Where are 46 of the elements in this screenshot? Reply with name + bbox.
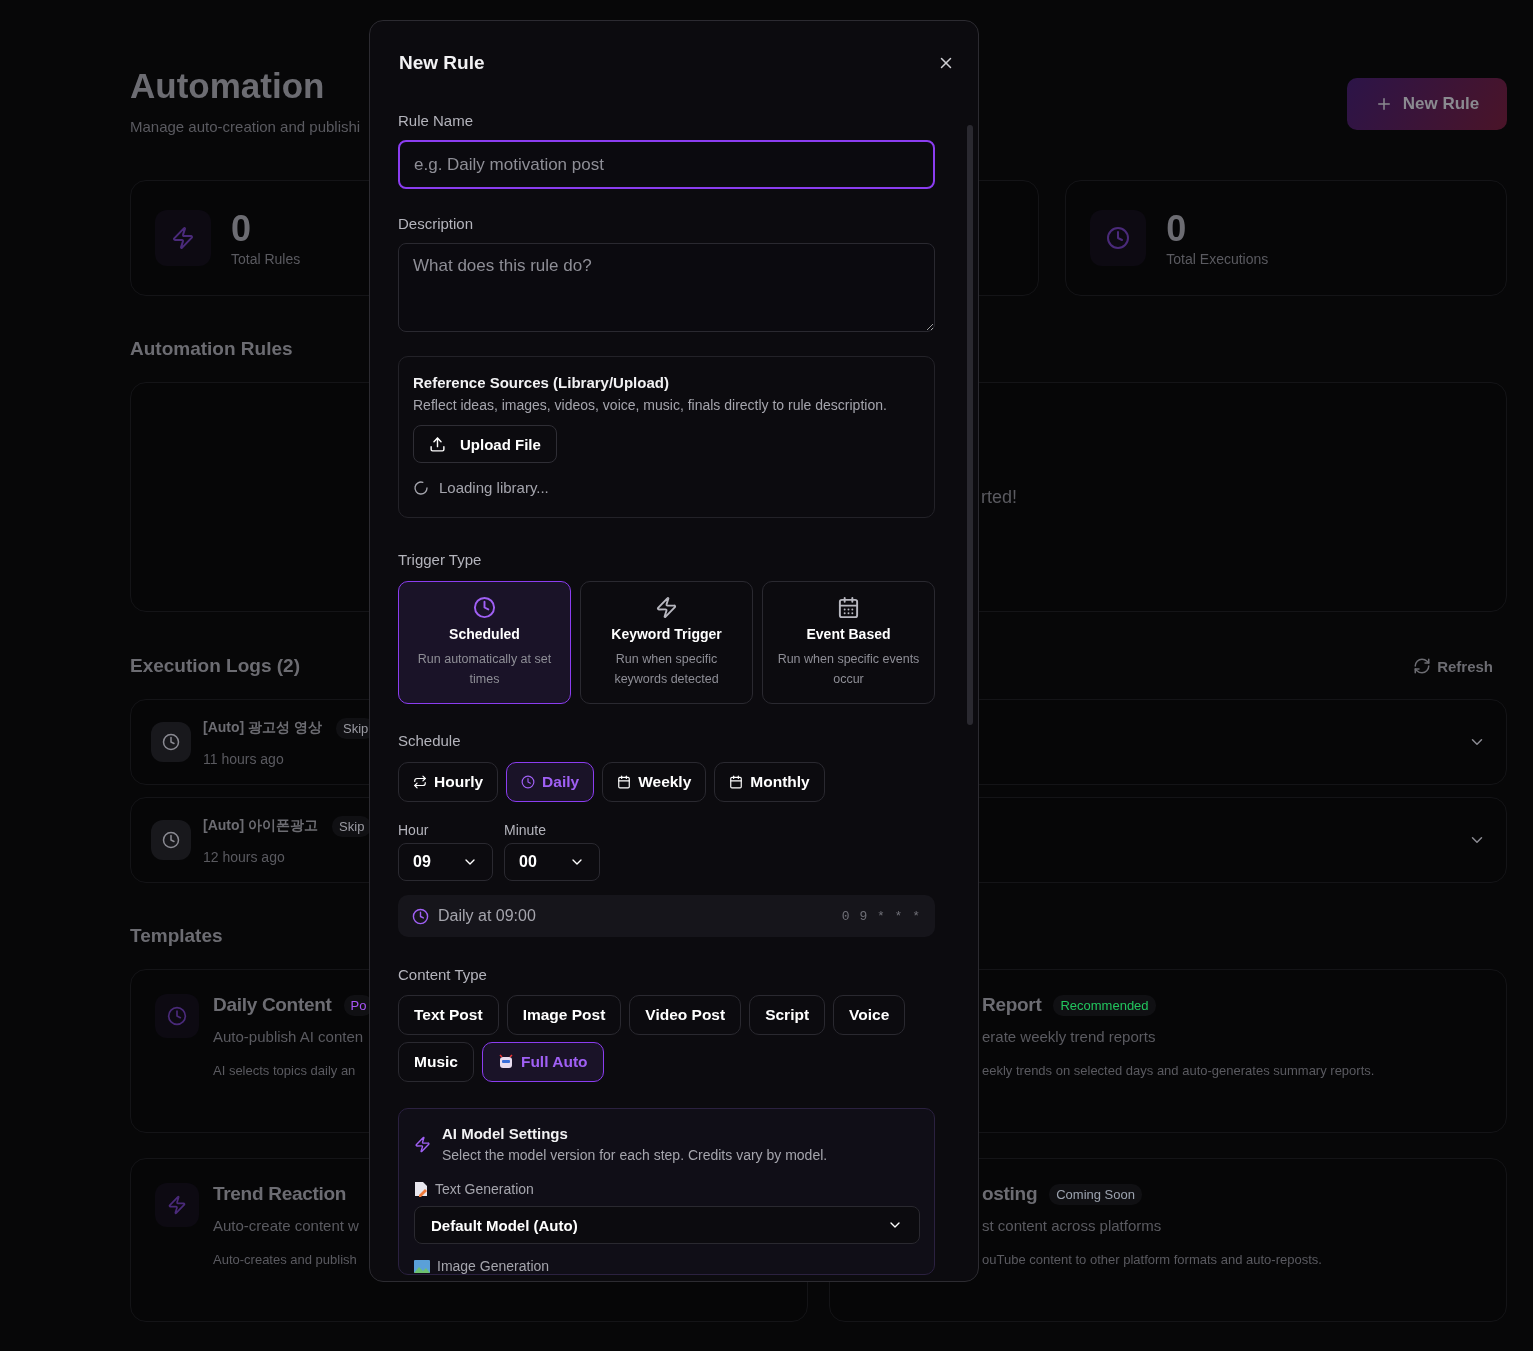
stat-label: Total Executions: [1166, 251, 1269, 267]
field-label: Trigger Type: [398, 551, 483, 569]
panel-text: Reflect ideas, images, videos, voice, music, finals directly to rule description.: [413, 397, 888, 413]
template-description: Auto-creates and publish: [213, 1252, 357, 1267]
template-subtitle: erate weekly trend reports: [982, 1028, 1156, 1045]
status-badge: Skip: [332, 815, 372, 837]
panel-text: Select the model version for each step. Credits vary by model.: [442, 1147, 828, 1163]
template-description: AI selects topics daily an: [213, 1063, 356, 1078]
template-tag: Recommended: [1053, 994, 1156, 1016]
log-time: 12 hours ago: [203, 848, 285, 865]
template-subtitle: Auto-create content w: [213, 1217, 359, 1234]
template-subtitle: Auto-publish AI conten: [213, 1028, 364, 1045]
section-title: Execution Logs (2): [130, 655, 300, 677]
field-label: Minute: [504, 822, 548, 838]
template-subtitle: st content across platforms: [982, 1217, 1162, 1234]
template-description: ouTube content to other platform formats and auto-reposts.: [982, 1252, 1322, 1267]
cron-expression: 0 9 * * *: [841, 908, 921, 924]
panel-title: Reference Sources (Library/Upload): [413, 374, 670, 391]
template-title: Daily Content: [213, 994, 332, 1016]
template-title: osting: [982, 1183, 1038, 1205]
page-subtitle: Manage auto-creation and publishi: [130, 118, 361, 135]
step-label: Text Generation: [435, 1181, 534, 1197]
stat-value: 0: [231, 209, 252, 249]
template-title: Trend Reaction: [213, 1183, 347, 1205]
log-title: [Auto] 광고성 영상: [203, 719, 322, 737]
field-label: Content Type: [398, 966, 488, 984]
field-label: Description: [398, 215, 475, 233]
section-title: Templates: [130, 925, 223, 947]
page-title: Automation: [130, 65, 326, 107]
empty-state-text: rted!: [981, 486, 1018, 508]
field-label: Hour: [398, 822, 430, 838]
panel-title: AI Model Settings: [442, 1125, 569, 1142]
template-description: eekly trends on selected days and auto-generates summary reports.: [982, 1063, 1375, 1078]
loading-text: Loading library...: [439, 479, 549, 496]
summary-text: Daily at 09:00: [438, 907, 536, 925]
section-title: Automation Rules: [130, 338, 293, 360]
step-label: Image Generation: [437, 1258, 550, 1274]
stat-value: 0: [1166, 209, 1187, 249]
field-label: Schedule: [398, 732, 462, 750]
field-label: Rule Name: [398, 112, 475, 130]
stat-label: Total Rules: [231, 251, 301, 267]
template-tag: Coming Soon: [1049, 1183, 1142, 1205]
dialog-title: New Rule: [399, 52, 485, 74]
log-title: [Auto] 아이폰광고: [203, 817, 319, 835]
log-time: 11 hours ago: [203, 750, 284, 767]
template-title: Report: [982, 994, 1042, 1016]
